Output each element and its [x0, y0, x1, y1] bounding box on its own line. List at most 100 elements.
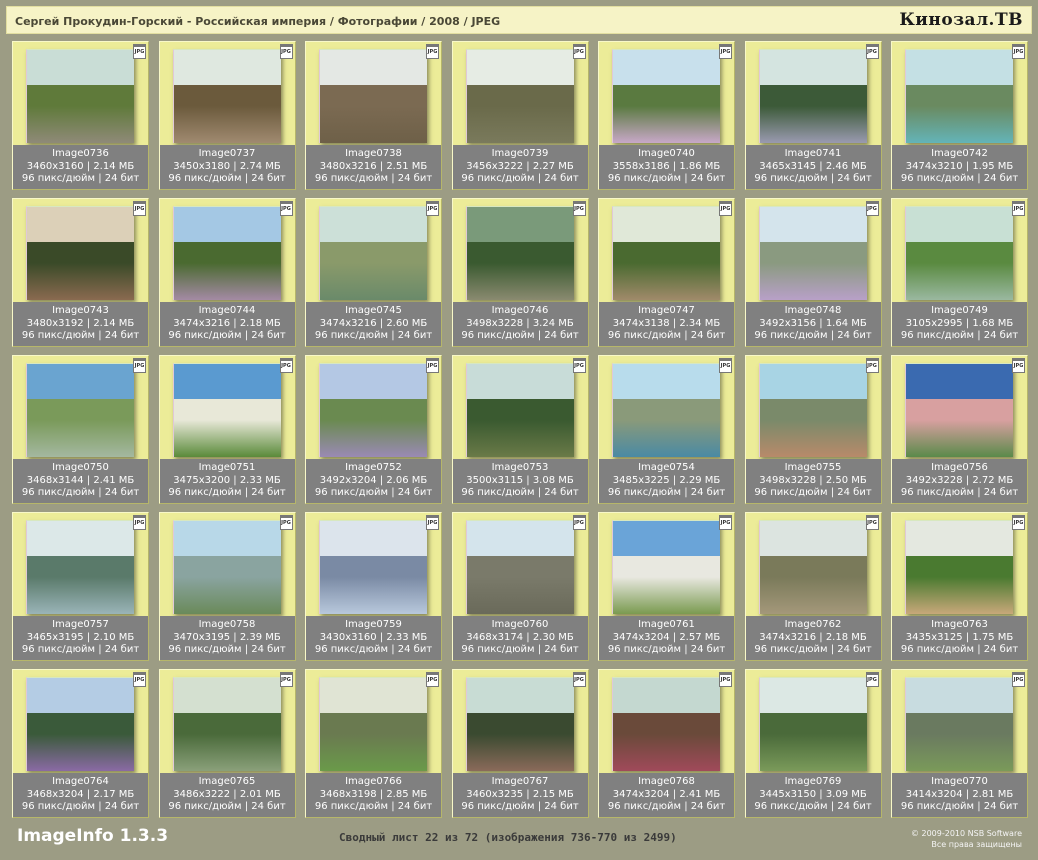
thumbnail-image[interactable]: [172, 520, 281, 614]
thumbnail-card[interactable]: JPG Image0744 3474x3216 | 2.18 МБ 96 пикс/д…: [158, 198, 296, 347]
image-dimensions: 3468x3204: [26, 788, 84, 800]
thumbnail-image[interactable]: [172, 677, 281, 771]
thumbnail-image[interactable]: [465, 520, 574, 614]
image-filesize: 1.95 МБ: [972, 160, 1014, 172]
thumbnail-image[interactable]: [172, 363, 281, 457]
thumbnail-image[interactable]: [612, 206, 720, 300]
thumbnail-card[interactable]: JPG Image0742 3474x3210 | 1.95 МБ 96 пикс/д…: [891, 41, 1028, 190]
jpg-file-icon: JPG: [279, 672, 293, 687]
image-meta: 96 пикс/дюйм | 24 бит: [21, 173, 140, 184]
thumbnail-card[interactable]: JPG Image0760 3468x3174 | 2.30 МБ 96 пикс/д…: [451, 512, 589, 661]
thumbnail-image[interactable]: [612, 677, 720, 771]
thumbnail-image[interactable]: [319, 49, 427, 143]
thumbnail-image[interactable]: [612, 49, 720, 143]
thumbnail-card[interactable]: JPG Image0761 3474x3204 | 2.57 МБ 96 пикс/д…: [598, 512, 735, 661]
image-name: Image0751: [198, 462, 256, 473]
thumbnail-image[interactable]: [26, 677, 134, 771]
image-name: Image0745: [345, 305, 402, 316]
thumbnail-image[interactable]: [905, 49, 1013, 143]
image-meta: 96 пикс/дюйм | 24 бит: [461, 801, 579, 812]
thumbnail-image[interactable]: [172, 49, 281, 143]
thumbnail-card[interactable]: JPG Image0747 3474x3138 | 2.34 МБ 96 пикс/д…: [598, 198, 735, 347]
thumbnail-image[interactable]: [319, 520, 427, 614]
thumbnail-image[interactable]: [26, 206, 134, 300]
thumbnail-image[interactable]: [465, 677, 574, 771]
image-meta: 96 пикс/дюйм | 24 бит: [461, 173, 579, 184]
thumbnail-image[interactable]: [905, 363, 1013, 457]
thumbnail-card[interactable]: JPG Image0755 3498x3228 | 2.50 МБ 96 пикс/д…: [744, 355, 882, 504]
thumbnail-card[interactable]: JPG Image0750 3468x3144 | 2.41 МБ 96 пикс/д…: [12, 355, 149, 504]
image-meta: 96 пикс/дюйм | 24 бит: [461, 330, 579, 341]
image-dims-size: 3474x3204 | 2.57 МБ: [612, 631, 721, 643]
thumbnail-card[interactable]: JPG Image0738 3480x3216 | 2.51 МБ 96 пикс/д…: [305, 41, 442, 190]
thumbnail-card[interactable]: JPG Image0758 3470x3195 | 2.39 МБ 96 пикс/д…: [158, 512, 296, 661]
image-dims-size: 3474x3210 | 1.95 МБ: [905, 160, 1014, 172]
image-dimensions: 3474x3216: [759, 631, 817, 643]
thumbnail-image[interactable]: [905, 520, 1013, 614]
thumbnail-image[interactable]: [319, 363, 427, 457]
jpg-file-icon: JPG: [133, 201, 146, 216]
thumbnail-card[interactable]: JPG Image0752 3492x3204 | 2.06 МБ 96 пикс/д…: [305, 355, 442, 504]
thumbnail-image[interactable]: [319, 206, 427, 300]
thumbnail-card[interactable]: JPG Image0745 3474x3216 | 2.60 МБ 96 пикс/д…: [305, 198, 442, 347]
thumbnail-card[interactable]: JPG Image0749 3105x2995 | 1.68 МБ 96 пикс/д…: [891, 198, 1028, 347]
thumbnail-card[interactable]: JPG Image0743 3480x3192 | 2.14 МБ 96 пикс/д…: [12, 198, 149, 347]
thumbnail-image[interactable]: [26, 363, 134, 457]
thumbnail-image[interactable]: [319, 677, 427, 771]
image-dimensions: 3430x3160: [319, 631, 377, 643]
thumbnail-image[interactable]: [758, 206, 867, 300]
thumbnail-image[interactable]: [465, 363, 574, 457]
thumbnail-image[interactable]: [465, 49, 574, 143]
image-meta: 96 пикс/дюйм | 24 бит: [21, 801, 140, 812]
thumbnail-card[interactable]: JPG Image0768 3474x3204 | 2.41 МБ 96 пикс/д…: [598, 669, 735, 818]
thumbnail-image[interactable]: [905, 677, 1013, 771]
thumbnail-card[interactable]: JPG Image0741 3465x3145 | 2.46 МБ 96 пикс/д…: [744, 41, 882, 190]
thumbnail-card[interactable]: JPG Image0764 3468x3204 | 2.17 МБ 96 пикс/д…: [12, 669, 149, 818]
image-meta: 96 пикс/дюйм | 24 бит: [900, 330, 1019, 341]
thumbnail-card[interactable]: JPG Image0770 3414x3204 | 2.81 МБ 96 пикс/д…: [891, 669, 1028, 818]
thumbnail-image[interactable]: [612, 363, 720, 457]
image-name: Image0747: [638, 305, 695, 316]
thumbnail-card[interactable]: JPG Image0740 3558x3186 | 1.86 МБ 96 пикс/д…: [598, 41, 735, 190]
thumbnail-image[interactable]: [172, 206, 281, 300]
thumbnail-image[interactable]: [26, 520, 134, 614]
image-meta: 96 пикс/дюйм | 24 бит: [314, 173, 433, 184]
thumbnail-image[interactable]: [465, 206, 574, 300]
thumbnail-card[interactable]: JPG Image0769 3445x3150 | 3.09 МБ 96 пикс/д…: [744, 669, 882, 818]
thumbnail-card[interactable]: JPG Image0766 3468x3198 | 2.85 МБ 96 пикс/д…: [305, 669, 442, 818]
image-name: Image0746: [491, 305, 549, 316]
image-dims-size: 3558x3186 | 1.86 МБ: [612, 160, 721, 172]
thumbnail-card[interactable]: JPG Image0765 3486x3222 | 2.01 МБ 96 пикс/д…: [158, 669, 296, 818]
thumbnail-card[interactable]: JPG Image0757 3465x3195 | 2.10 МБ 96 пикс/д…: [12, 512, 149, 661]
image-dimensions: 3498x3228: [466, 317, 524, 329]
thumbnail-image[interactable]: [26, 49, 134, 143]
thumbnail-image[interactable]: [758, 520, 867, 614]
thumbnail-card[interactable]: JPG Image0767 3460x3235 | 2.15 МБ 96 пикс/д…: [451, 669, 589, 818]
image-meta: 96 пикс/дюйм | 24 бит: [168, 173, 286, 184]
thumbnail-card[interactable]: JPG Image0763 3435x3125 | 1.75 МБ 96 пикс/д…: [891, 512, 1028, 661]
thumbnail-card[interactable]: JPG Image0751 3475x3200 | 2.33 МБ 96 пикс/д…: [158, 355, 296, 504]
thumbnail-card[interactable]: JPG Image0759 3430x3160 | 2.33 МБ 96 пикс/д…: [305, 512, 442, 661]
image-dimensions: 3465x3195: [26, 631, 84, 643]
thumbnail-image[interactable]: [758, 363, 867, 457]
thumbnail-card[interactable]: JPG Image0736 3460x3160 | 2.14 МБ 96 пикс/д…: [12, 41, 149, 190]
image-filesize: 2.39 МБ: [239, 631, 281, 643]
thumbnail-card[interactable]: JPG Image0756 3492x3228 | 2.72 МБ 96 пикс/д…: [891, 355, 1028, 504]
image-meta: 96 пикс/дюйм | 24 бит: [168, 330, 286, 341]
thumbnail-card[interactable]: JPG Image0748 3492x3156 | 1.64 МБ 96 пикс/д…: [744, 198, 882, 347]
thumbnail-card[interactable]: JPG Image0753 3500x3115 | 3.08 МБ 96 пикс/д…: [451, 355, 589, 504]
image-info: Image0750 3468x3144 | 2.41 МБ 96 пикс/дюйм…: [13, 459, 148, 503]
thumbnail-card[interactable]: JPG Image0754 3485x3225 | 2.29 МБ 96 пикс/д…: [598, 355, 735, 504]
thumbnail-card[interactable]: JPG Image0739 3456x3222 | 2.27 МБ 96 пикс/д…: [451, 41, 589, 190]
thumbnail-card[interactable]: JPG Image0762 3474x3216 | 2.18 МБ 96 пикс/д…: [744, 512, 882, 661]
image-meta: 96 пикс/дюйм | 24 бит: [461, 487, 579, 498]
thumbnail-image[interactable]: [612, 520, 720, 614]
thumbnail-card[interactable]: JPG Image0737 3450x3180 | 2.74 МБ 96 пикс/д…: [158, 41, 296, 190]
image-info: Image0747 3474x3138 | 2.34 МБ 96 пикс/дюйм…: [599, 302, 734, 346]
thumbnail-image[interactable]: [758, 677, 867, 771]
image-meta: 96 пикс/дюйм | 24 бит: [314, 487, 433, 498]
image-dims-size: 3492x3204 | 2.06 МБ: [319, 474, 428, 486]
thumbnail-image[interactable]: [905, 206, 1013, 300]
thumbnail-image[interactable]: [758, 49, 867, 143]
thumbnail-card[interactable]: JPG Image0746 3498x3228 | 3.24 МБ 96 пикс/д…: [451, 198, 589, 347]
